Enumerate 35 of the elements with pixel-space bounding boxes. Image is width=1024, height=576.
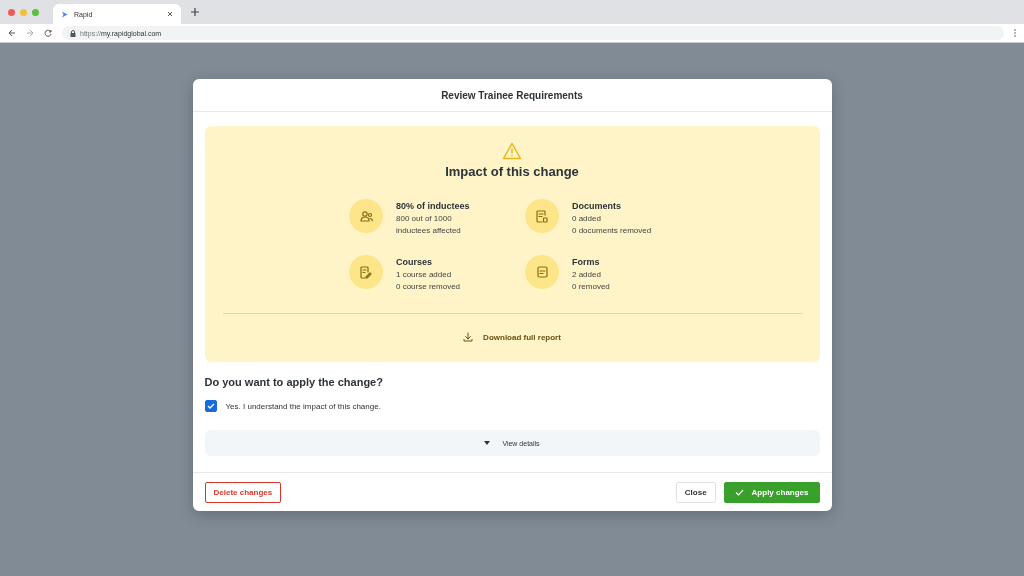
close-button[interactable]: Close [675, 481, 716, 503]
stat-title: Forms [572, 257, 601, 267]
reload-icon[interactable] [44, 29, 52, 37]
stat-title: Courses [396, 257, 433, 267]
window-close-button[interactable] [8, 8, 15, 16]
close-icon[interactable] [167, 11, 173, 17]
impact-heading: Impact of this change [445, 164, 579, 179]
form-icon [536, 266, 548, 278]
stat-title: Documents [572, 201, 622, 211]
stat-detail: 0 removed [572, 282, 610, 291]
caret-icon [484, 441, 491, 445]
question-text: Do you want to apply the change? [204, 376, 384, 388]
download-icon [463, 332, 474, 342]
checkbox-label[interactable]: Yes. I understand the impact of this change. [225, 401, 381, 411]
stat-detail: 1 course added [396, 270, 453, 279]
stat-detail: 800 out of 1000 [396, 214, 453, 223]
delete-changes-button[interactable]: Delete changes [204, 481, 282, 503]
dialog-title: Review Trainee Requirements [441, 89, 583, 101]
checkbox[interactable] [204, 400, 217, 412]
play-logo-icon [61, 10, 68, 18]
download-report-link[interactable]: Download full report [463, 314, 561, 362]
document-icon [536, 209, 548, 223]
stat-detail: 0 course removed [396, 282, 461, 291]
stat-detail: inductees affected [396, 226, 462, 235]
stat-detail: 0 added [572, 214, 602, 223]
people-icon [359, 210, 373, 222]
lock-icon [70, 29, 76, 37]
stat-detail: 2 added [572, 270, 602, 279]
stat-title: 80% of inductees [396, 201, 470, 211]
stat-detail: 0 documents removed [572, 226, 652, 235]
add-tab-icon[interactable] [191, 8, 199, 16]
back-icon[interactable] [8, 29, 16, 37]
note-edit-icon [360, 265, 372, 279]
check-icon [734, 488, 744, 496]
warning-icon [502, 142, 522, 160]
